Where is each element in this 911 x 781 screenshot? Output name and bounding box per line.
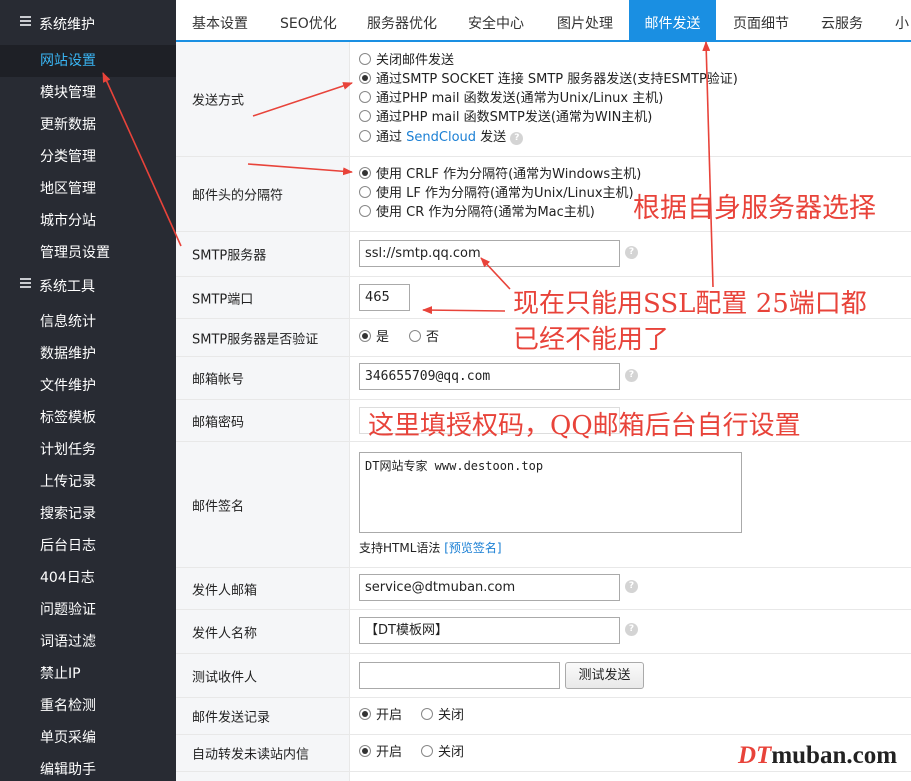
- annotation-ssl-note-2: 已经不能用了: [513, 325, 670, 355]
- arrow-to-site-settings: [102, 72, 182, 247]
- arrow-to-email-tab: [702, 41, 714, 288]
- arrow-to-crlf-option: [247, 163, 353, 176]
- arrow-to-smtp-port: [422, 306, 506, 315]
- annotation-auth-code: 这里填授权码，QQ邮箱后台自行设置: [368, 411, 801, 441]
- annotation-arrows: [102, 41, 714, 315]
- arrow-to-smtp-server: [480, 257, 511, 290]
- watermark-logo: DTmuban.com: [738, 742, 898, 769]
- arrow-to-smtp-option: [252, 82, 353, 117]
- annotation-ssl-note-1: 现在只能用SSL配置 25端口都: [513, 289, 867, 319]
- annotation-server-choice: 根据自身服务器选择: [633, 193, 876, 224]
